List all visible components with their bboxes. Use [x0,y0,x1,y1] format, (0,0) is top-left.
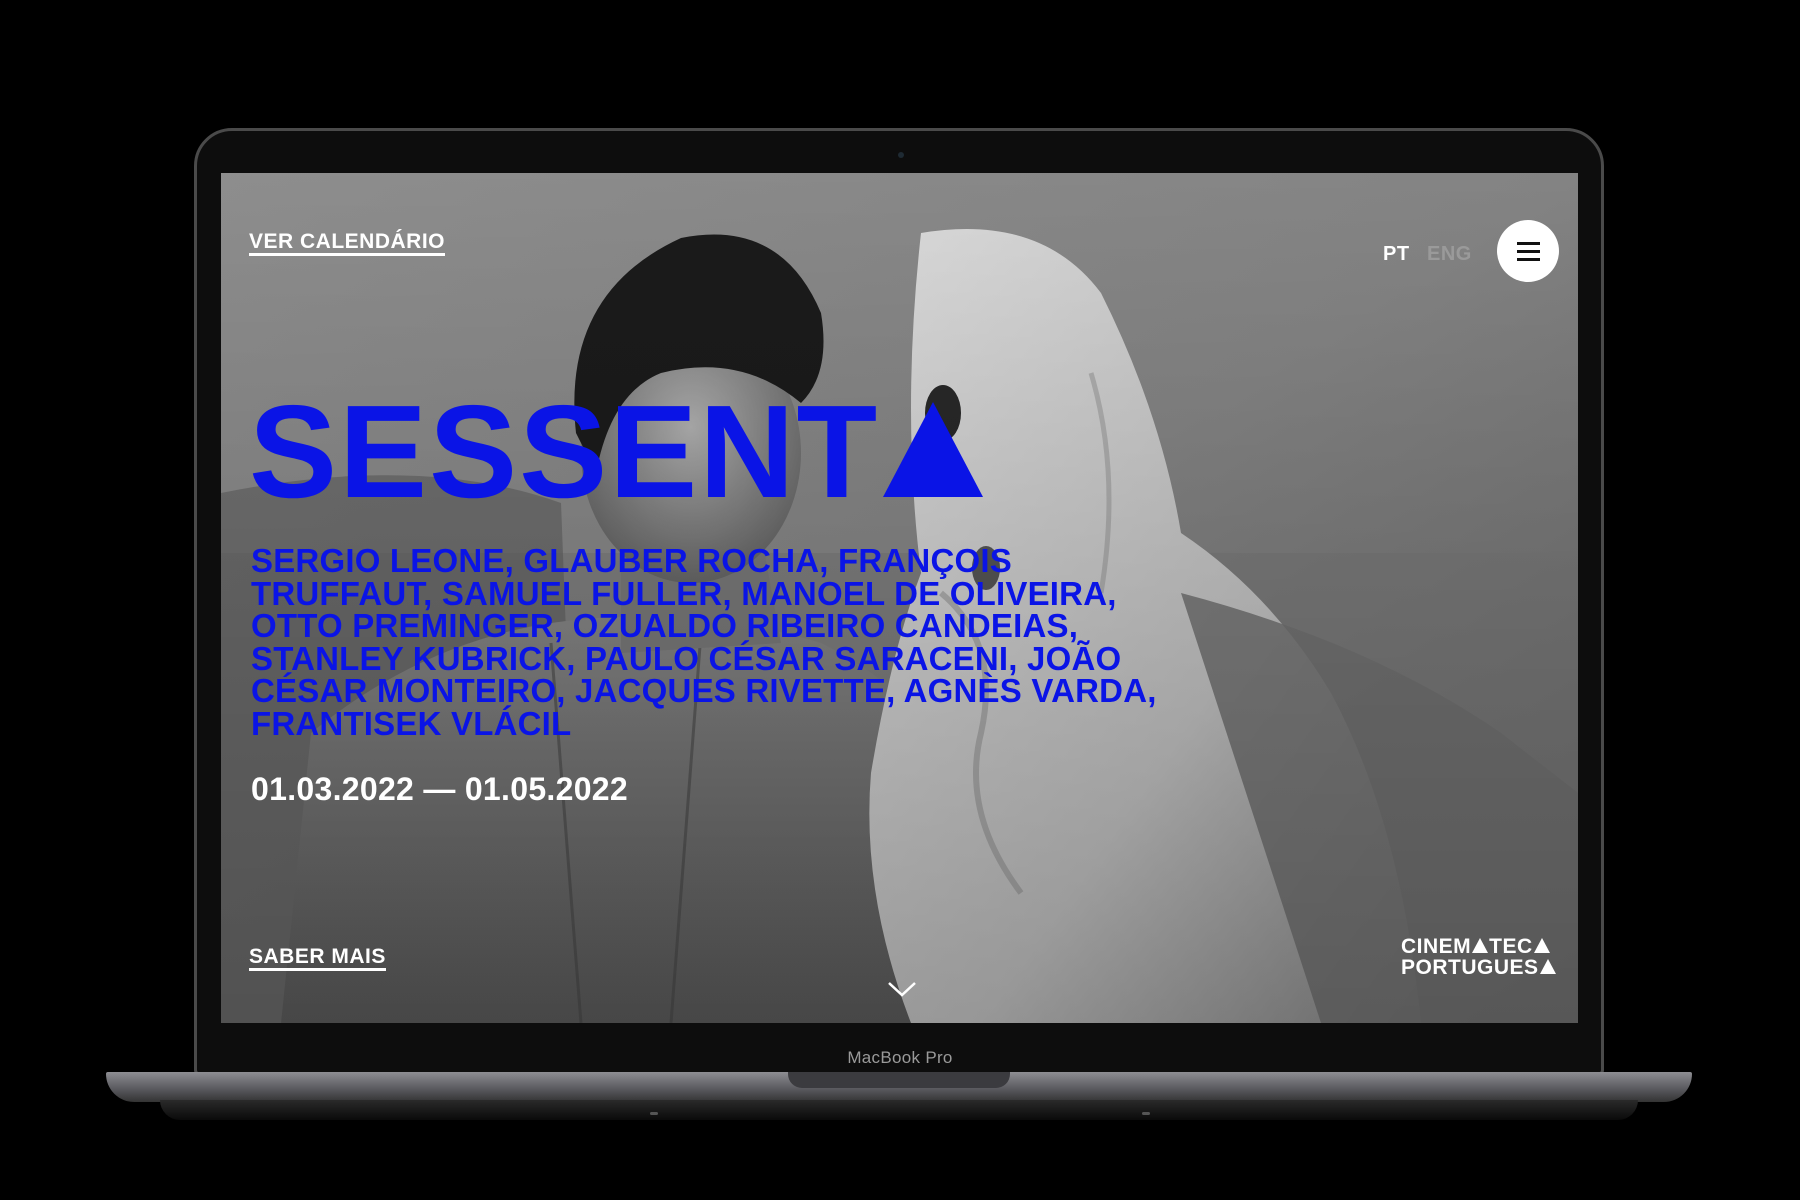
logo-line-2: PORTUGUES [1401,957,1557,978]
menu-button[interactable] [1497,220,1559,282]
screen: VER CALENDÁRIO PT ENG SESSENT SERGIO LEO… [221,173,1578,1023]
hamburger-menu-icon [1517,242,1540,245]
program-dates: 01.03.2022 — 01.05.2022 [251,771,628,807]
laptop-base-bottom [160,1100,1638,1120]
camera-icon [898,152,904,158]
view-calendar-link[interactable]: VER CALENDÁRIO [249,231,446,256]
directors-list: SERGIO LEONE, GLAUBER ROCHA, FRANÇOIS TR… [251,542,1157,742]
logo-line-1: CINEM TEC [1401,936,1557,957]
cinemateca-logo[interactable]: CINEM TEC PORTUGUES [1401,936,1557,978]
laptop-foot [1142,1112,1150,1115]
laptop-foot [650,1112,658,1115]
device-label: MacBook Pro [847,1048,953,1067]
hero-title-text: SESSENT [249,378,880,525]
hero-title: SESSENT [249,386,984,518]
lang-pt-button[interactable]: PT [1383,243,1410,266]
laptop-notch [788,1072,1010,1088]
lang-eng-button[interactable]: ENG [1427,243,1472,266]
learn-more-link[interactable]: SABER MAIS [249,946,386,971]
title-triangle-icon [883,402,984,497]
chevron-down-icon[interactable] [887,979,917,1001]
